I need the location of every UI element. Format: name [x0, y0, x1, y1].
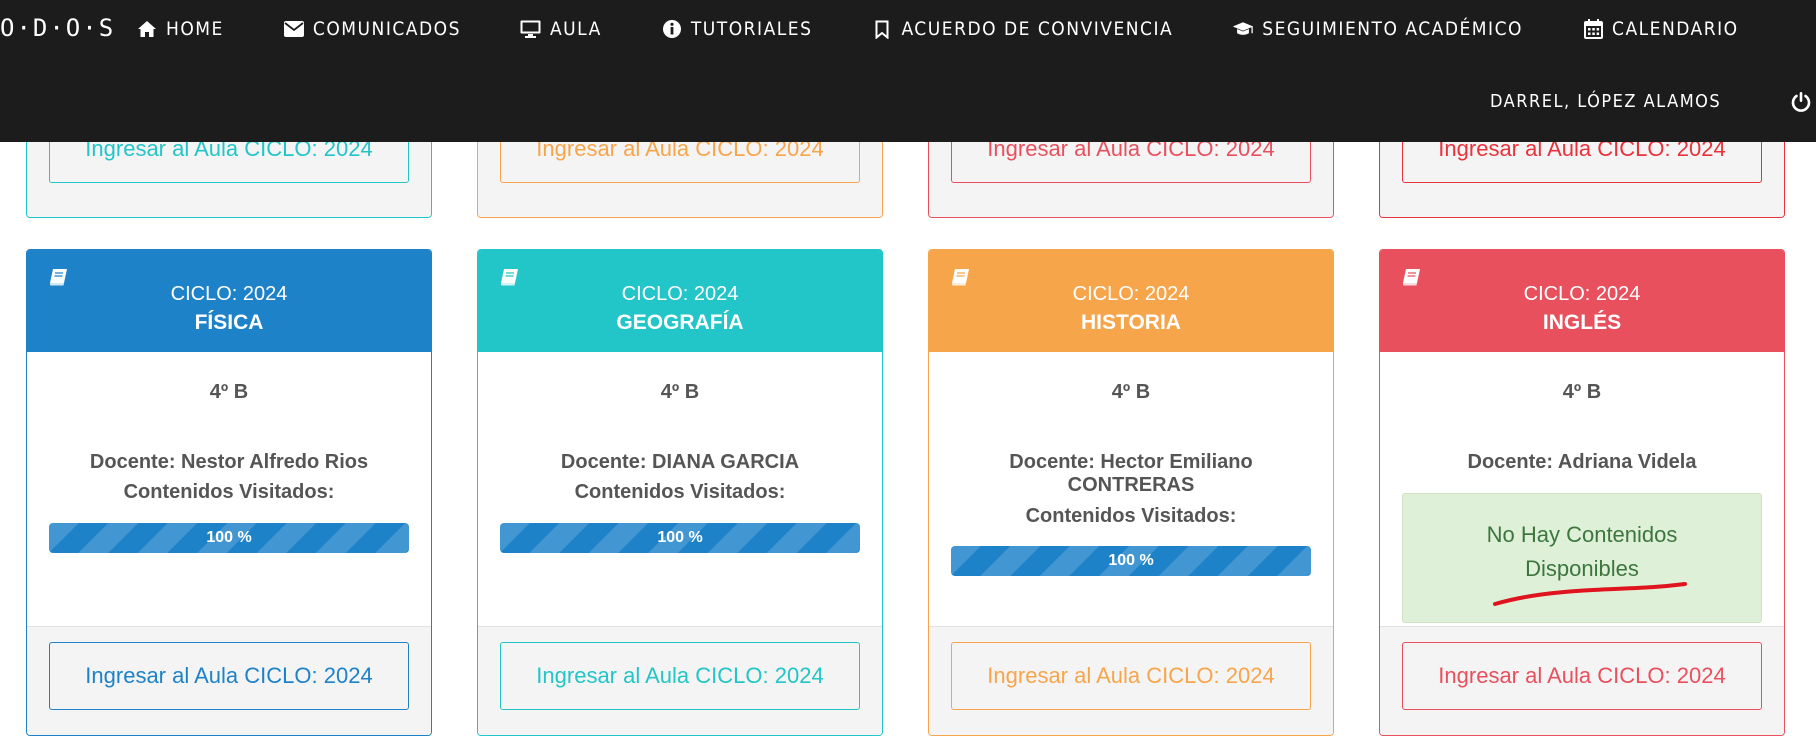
home-icon [136, 18, 158, 40]
nav-calendario[interactable]: CALENDARIO [1582, 18, 1739, 40]
info-circle-icon [661, 18, 683, 40]
nav-acuerdo-label: ACUERDO DE CONVIVENCIA [901, 18, 1174, 40]
card-teacher: Docente: Nestor Alfredo Rios [89, 451, 369, 473]
card-footer: Ingresar al Aula CICLO: 2024 [478, 626, 882, 735]
card-footer: Ingresar al Aula CICLO: 2024 [929, 626, 1333, 735]
nav-aula[interactable]: AULA [520, 18, 602, 40]
brand-logo[interactable]: O·D·O·S [0, 14, 115, 42]
card-footer: Ingresar al Aula CICLO: 2024 [27, 626, 431, 735]
card-teacher: Docente: Hector Emiliano CONTRERAS [1009, 451, 1253, 496]
main-nav: HOME COMUNICADOS AULA TUTORIALES ACUERDO… [136, 0, 1798, 58]
card-header: CICLO: 2024 GEOGRAFÍA [478, 250, 882, 352]
monitor-icon [520, 18, 542, 40]
course-card-geografia: CICLO: 2024 GEOGRAFÍA 4º B Docente: DIAN… [477, 249, 883, 736]
enter-classroom-button[interactable]: Ingresar al Aula CICLO: 2024 [951, 642, 1311, 710]
calendar-icon [1582, 18, 1604, 40]
nav-seguimiento-label: SEGUIMIENTO ACADÉMICO [1262, 18, 1523, 40]
course-card-ingles: CICLO: 2024 INGLÉS 4º B Docente: Adriana… [1379, 249, 1785, 736]
red-annotation-underline [1493, 582, 1687, 606]
card-visited-label: Contenidos Visitados: [123, 481, 335, 503]
nav-calendario-label: CALENDARIO [1612, 18, 1739, 40]
nav-aula-label: AULA [549, 18, 602, 40]
card-subject: HISTORIA [1081, 311, 1181, 334]
nav-tutoriales[interactable]: TUTORIALES [661, 18, 813, 40]
progress-fill: 100 % [49, 523, 409, 553]
course-card-fisica: CICLO: 2024 FÍSICA 4º B Docente: Nestor … [26, 249, 432, 736]
nav-comunicados-label: COMUNICADOS [312, 18, 461, 40]
card-visited-label: Contenidos Visitados: [1025, 505, 1237, 527]
nav-home-label: HOME [166, 18, 224, 40]
card-visited-label: Contenidos Visitados: [574, 481, 786, 503]
graduation-cap-icon [1232, 18, 1254, 40]
card-grade: 4º B [660, 381, 700, 403]
card-subject: INGLÉS [1542, 311, 1622, 334]
bookmark-icon [871, 18, 893, 40]
card-grade: 4º B [209, 381, 249, 403]
progress-fill: 100 % [500, 523, 860, 553]
card-ciclo: CICLO: 2024 [621, 283, 739, 305]
card-ciclo: CICLO: 2024 [1523, 283, 1641, 305]
card-subject: GEOGRAFÍA [616, 311, 744, 334]
progress-bar: 100 % [500, 523, 860, 553]
enter-classroom-button[interactable]: Ingresar al Aula CICLO: 2024 [500, 642, 860, 710]
no-content-alert: No Hay Contenidos Disponibles [1402, 493, 1762, 623]
top-navbar: O·D·O·S HOME COMUNICADOS AULA TUTORIALES [0, 0, 1816, 142]
card-teacher: Docente: DIANA GARCIA [560, 451, 800, 473]
card-grade: 4º B [1562, 381, 1602, 403]
nav-comunicados[interactable]: COMUNICADOS [283, 18, 461, 40]
enter-classroom-button[interactable]: Ingresar al Aula CICLO: 2024 [49, 642, 409, 710]
nav-seguimiento-academico[interactable]: SEGUIMIENTO ACADÉMICO [1232, 18, 1523, 40]
card-ciclo: CICLO: 2024 [170, 283, 288, 305]
card-teacher: Docente: Adriana Videla [1467, 451, 1697, 473]
power-icon[interactable] [1790, 91, 1812, 113]
card-header: CICLO: 2024 INGLÉS [1380, 250, 1784, 352]
nav-home[interactable]: HOME [136, 18, 224, 40]
card-subject: FÍSICA [194, 311, 264, 334]
card-footer: Ingresar al Aula CICLO: 2024 [1380, 626, 1784, 735]
card-header: CICLO: 2024 HISTORIA [929, 250, 1333, 352]
nav-acuerdo-convivencia[interactable]: ACUERDO DE CONVIVENCIA [871, 18, 1173, 40]
card-ciclo: CICLO: 2024 [1072, 283, 1190, 305]
card-grade: 4º B [1111, 381, 1151, 403]
enter-classroom-button[interactable]: Ingresar al Aula CICLO: 2024 [1402, 642, 1762, 710]
card-header: CICLO: 2024 FÍSICA [27, 250, 431, 352]
user-name[interactable]: DARREL, LÓPEZ ALAMOS [1490, 91, 1721, 112]
nav-tutoriales-label: TUTORIALES [690, 18, 813, 40]
progress-bar: 100 % [49, 523, 409, 553]
course-card-historia: CICLO: 2024 HISTORIA 4º B Docente: Hecto… [928, 249, 1334, 736]
progress-bar: 100 % [951, 546, 1311, 576]
progress-fill: 100 % [951, 546, 1311, 576]
envelope-icon [283, 18, 305, 40]
